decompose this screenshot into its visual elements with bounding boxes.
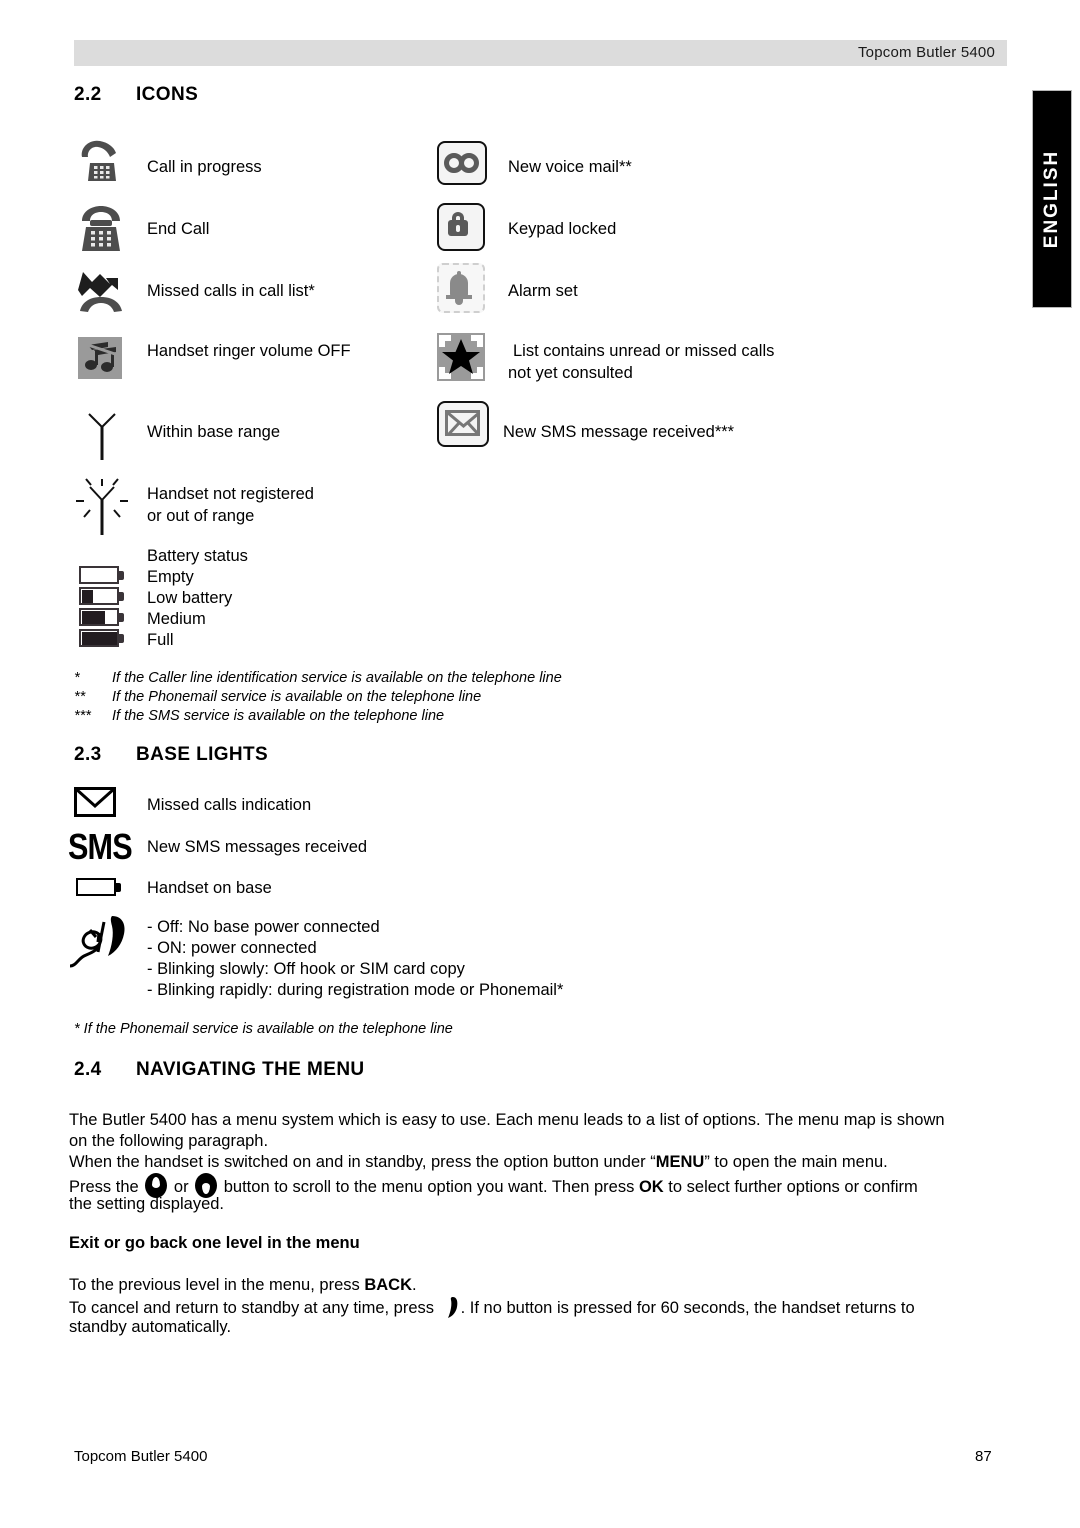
power-light-line-4: - Blinking rapidly: during registration …	[147, 981, 564, 999]
exit-line-1: To the previous level in the menu, press…	[69, 1275, 417, 1296]
icon-label-call-in-progress: Call in progress	[147, 158, 262, 176]
ringer-off-icon	[78, 337, 122, 379]
keypad-lock-icon	[437, 203, 485, 251]
menu-sentence-part-b: ” to open the main menu.	[704, 1153, 888, 1171]
footnote-base-lights: * If the Phonemail service is available …	[74, 1021, 453, 1037]
language-tab-label: ENGLISH	[1041, 149, 1062, 249]
footer-page-number: 87	[975, 1448, 992, 1465]
section-heading-navigating: 2.4 NAVIGATING THE MENU	[74, 1059, 365, 1081]
battery-empty-icon	[79, 566, 127, 584]
antenna-in-range-icon	[84, 412, 120, 460]
icon-label-new-sms: New SMS message received***	[503, 423, 735, 441]
icon-label-alarm-set: Alarm set	[508, 282, 578, 300]
section-heading-base-lights: 2.3 BASE LIGHTS	[74, 744, 268, 766]
menu-keyword: MENU	[655, 1153, 705, 1171]
footnote-text-3: If the SMS service is available on the t…	[112, 708, 445, 724]
exit-menu-heading: Exit or go back one level in the menu	[69, 1234, 360, 1252]
footnote-text-1: If the Caller line identification servic…	[112, 670, 562, 686]
sms-text-icon: SMS	[68, 826, 133, 867]
section-number-base-lights: 2.3	[74, 744, 102, 765]
base-light-label-new-sms: New SMS messages received	[147, 838, 368, 856]
sms-envelope-icon	[437, 401, 489, 447]
section-heading-icons: 2.2 ICONS	[74, 84, 198, 106]
footnote-marker-3: ***	[74, 708, 91, 724]
section-number-icons: 2.2	[74, 84, 102, 105]
icon-label-within-base-range: Within base range	[147, 423, 280, 441]
footnote-marker-1: *	[74, 670, 80, 686]
battery-full-icon	[79, 629, 127, 647]
cancel-instruction-text: To cancel and return to standby at any t…	[69, 1299, 435, 1317]
section-title-icons: ICONS	[136, 84, 199, 105]
handset-on-base-icon	[76, 878, 124, 896]
icon-label-not-registered-l1: Handset not registered	[147, 485, 314, 503]
navigating-paragraph-line-1: The Butler 5400 has a menu system which …	[69, 1111, 945, 1129]
icon-label-not-registered-l2: or out of range	[147, 507, 255, 525]
cancel-instruction-rest: . If no button is pressed for 60 seconds…	[460, 1299, 915, 1317]
envelope-outline-icon	[74, 787, 116, 817]
navigating-paragraph-line-5: the setting displayed.	[69, 1195, 225, 1213]
battery-label-empty: Empty	[147, 568, 194, 586]
section-number-navigating: 2.4	[74, 1059, 102, 1080]
power-light-line-3: - Blinking slowly: Off hook or SIM card …	[147, 960, 465, 978]
alarm-bell-icon	[437, 263, 485, 313]
base-light-label-missed-calls: Missed calls indication	[147, 796, 312, 814]
section-title-navigating: NAVIGATING THE MENU	[136, 1059, 365, 1080]
battery-label-full: Full	[147, 631, 174, 649]
exit-line-2: To cancel and return to standby at any t…	[69, 1296, 915, 1319]
battery-low-icon	[79, 587, 127, 605]
ok-keyword: OK	[638, 1178, 664, 1196]
battery-label-medium: Medium	[147, 610, 206, 628]
header-title: Topcom Butler 5400	[857, 44, 995, 61]
back-period: .	[412, 1276, 417, 1294]
battery-status-title: Battery status	[147, 547, 248, 565]
back-keyword: BACK	[364, 1276, 413, 1294]
menu-sentence-part-a: When the handset is switched on and in s…	[69, 1153, 656, 1171]
language-tab-english: ENGLISH	[1032, 90, 1072, 308]
icon-label-new-voice-mail: New voice mail**	[508, 158, 632, 176]
battery-label-low: Low battery	[147, 589, 233, 607]
page-header-bar: Topcom Butler 5400	[74, 40, 1007, 66]
icon-label-star-list-l1: List contains unread or missed calls	[513, 342, 775, 360]
confirm-instruction-text: to select further options or confirm	[668, 1178, 918, 1196]
voicemail-icon	[437, 141, 487, 185]
icon-label-missed-calls: Missed calls in call list*	[147, 282, 315, 300]
handset-off-hook-phone-icon	[76, 133, 126, 183]
footnote-marker-2: **	[74, 689, 86, 705]
missed-call-arrow-icon	[76, 266, 128, 316]
antenna-out-of-range-icon	[74, 473, 130, 535]
icon-label-star-list-l2: not yet consulted	[508, 364, 633, 382]
hangup-handset-icon[interactable]	[442, 1296, 458, 1318]
icon-label-ringer-off: Handset ringer volume OFF	[147, 342, 351, 360]
exit-line-3: standby automatically.	[69, 1318, 232, 1336]
scroll-instruction-text: button to scroll to the menu option you …	[223, 1178, 635, 1196]
navigating-paragraph-line-2: on the following paragraph.	[69, 1132, 269, 1150]
power-light-line-1: - Off: No base power connected	[147, 918, 380, 936]
back-instruction-text: To the previous level in the menu, press	[69, 1276, 360, 1294]
power-light-line-2: - ON: power connected	[147, 939, 317, 957]
navigating-paragraph-line-3: When the handset is switched on and in s…	[69, 1152, 888, 1173]
footnote-text-2: If the Phonemail service is available on…	[112, 689, 482, 705]
power-plug-handset-icon	[68, 912, 130, 972]
footer-left-text: Topcom Butler 5400	[74, 1448, 208, 1465]
section-title-base-lights: BASE LIGHTS	[136, 744, 269, 765]
base-light-label-handset-on-base: Handset on base	[147, 879, 272, 897]
phone-on-hook-icon	[76, 205, 126, 253]
battery-medium-icon	[79, 608, 127, 626]
icon-label-end-call: End Call	[147, 220, 210, 238]
star-list-icon	[437, 333, 485, 381]
icon-label-keypad-locked: Keypad locked	[508, 220, 617, 238]
